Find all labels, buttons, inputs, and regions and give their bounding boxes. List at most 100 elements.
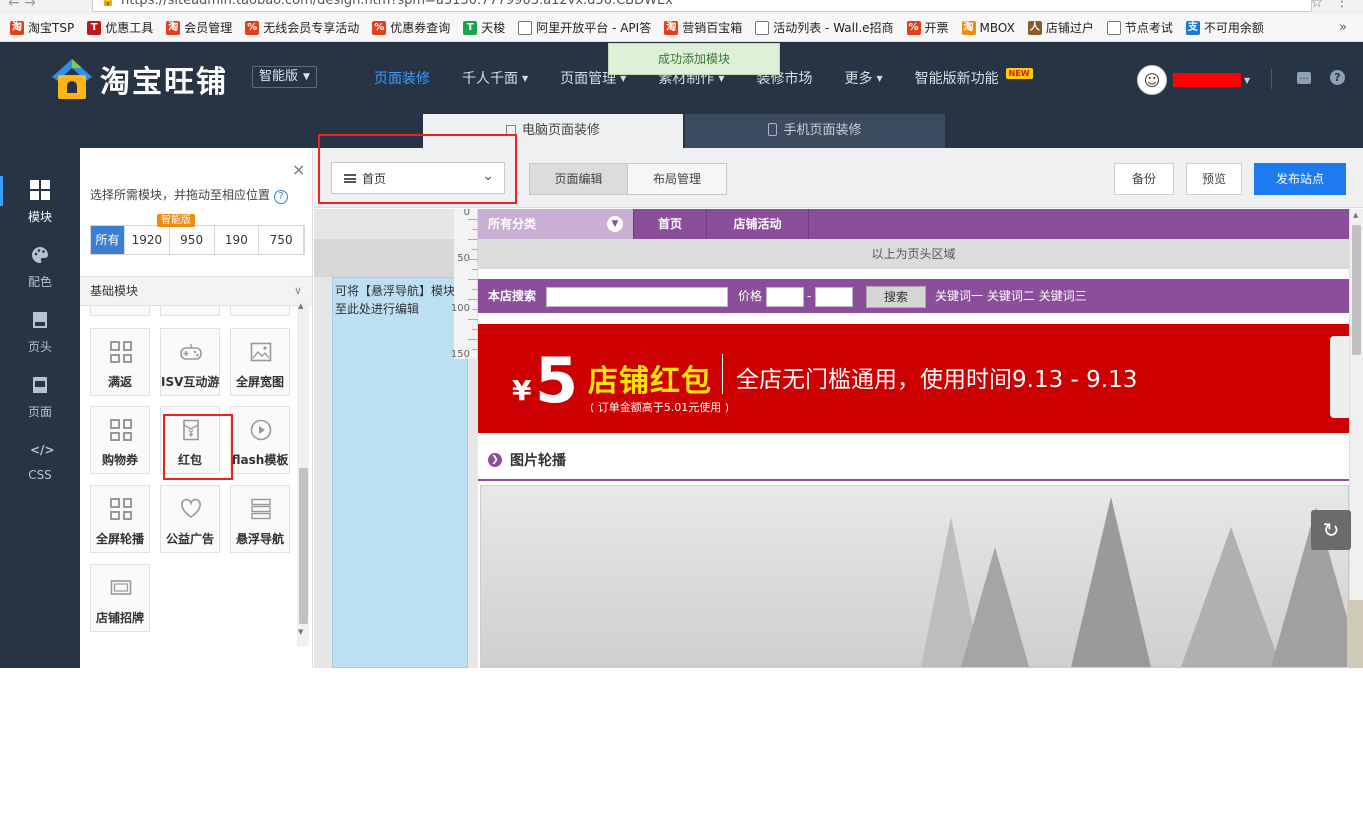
palette-icon	[32, 247, 48, 263]
sidebar-item-header[interactable]: 页头	[0, 288, 80, 354]
search-input[interactable]	[546, 287, 728, 307]
scroll-up-icon[interactable]: ▲	[1353, 211, 1358, 219]
logo[interactable]: 淘宝旺铺	[52, 57, 228, 101]
sidebar-item-css[interactable]: </> CSS	[0, 418, 80, 483]
coupon-icon: %	[906, 20, 921, 35]
module-shop-signboard[interactable]: 店铺招牌	[90, 564, 150, 632]
module-man-fan[interactable]: 满返	[90, 328, 150, 396]
caret-down-icon: ▼	[303, 72, 310, 82]
corner-thumbnail	[1347, 600, 1363, 668]
user-menu[interactable]: ☺ ▼	[1137, 65, 1250, 95]
bookmark-item[interactable]: 活动列表 - Wall.e招商	[755, 19, 894, 36]
edition-dropdown[interactable]: 智能版 ▼	[252, 66, 317, 88]
module-tile-partial	[90, 306, 150, 316]
module-fullscreen-carousel[interactable]: 全屏轮播	[90, 485, 150, 553]
price-min-input[interactable]	[766, 287, 804, 307]
module-red-envelope[interactable]: 红包	[160, 406, 220, 474]
canvas-scroll-thumb[interactable]	[1352, 225, 1361, 355]
tab-mobile-decoration[interactable]: 手机页面装修	[685, 114, 945, 148]
filter-all[interactable]: 所有	[91, 226, 125, 254]
ruler-label: 100	[450, 303, 470, 314]
ruler-label: 50	[457, 253, 470, 264]
bookmark-item[interactable]: T 优惠工具	[87, 19, 153, 36]
store-nav-home[interactable]: 首页	[633, 209, 707, 239]
module-float-nav[interactable]: 悬浮导航	[230, 485, 290, 553]
tab-pc-decoration[interactable]: 电脑页面装修	[423, 114, 683, 148]
carousel-image[interactable]	[480, 485, 1349, 668]
banner-description: 全店无门槛通用，使用时间9.13 - 9.13	[736, 367, 1138, 393]
module-isv-game[interactable]: ISV互动游	[160, 328, 220, 396]
module-public-ad[interactable]: 公益广告	[160, 485, 220, 553]
store-nav-activity[interactable]: 店铺活动	[707, 209, 809, 239]
module-tile-partial	[230, 306, 290, 316]
tab-layout-manage[interactable]: 布局管理	[628, 164, 726, 194]
snow-tree-shape	[1181, 527, 1281, 667]
search-keywords[interactable]: 关键词一 关键词二 关键词三	[935, 279, 1087, 313]
bookmark-item[interactable]: 节点考试	[1106, 19, 1173, 36]
bookmark-item[interactable]: 支不可用余额	[1185, 19, 1264, 36]
all-categories-menu[interactable]: 所有分类 ▼	[478, 209, 633, 239]
section-basic-modules[interactable]: 基础模块 ∨	[80, 276, 312, 306]
red-envelope-banner[interactable]: ¥ 5 店铺红包 ( 订单金额高于5.01元使用 ) 全店无门槛通用，使用时间9…	[478, 324, 1349, 433]
search-button[interactable]: 搜索	[866, 286, 926, 308]
filter-1920[interactable]: 1920	[125, 226, 170, 254]
preview-button[interactable]: 预览	[1186, 163, 1242, 195]
filter-950[interactable]: 950	[170, 226, 215, 254]
bookmark-item[interactable]: 淘营销百宝箱	[664, 19, 742, 36]
help-icon[interactable]: ?	[1330, 70, 1345, 85]
carousel-module-header[interactable]: ❯ 图片轮播	[478, 441, 1349, 481]
bookmark-item[interactable]: T 天梭	[463, 19, 505, 36]
module-fullscreen-image[interactable]: 全屏宽图	[230, 328, 290, 396]
bookmark-item[interactable]: % 优惠券查询	[372, 19, 450, 36]
filter-750[interactable]: 750	[259, 226, 304, 254]
message-icon[interactable]: …	[1297, 72, 1311, 84]
sidebar-item-colors[interactable]: 配色	[0, 223, 80, 289]
brand-name: 淘宝旺铺	[100, 65, 228, 100]
close-icon[interactable]: ×	[292, 160, 305, 179]
bookmark-item[interactable]: 人店铺过户	[1027, 19, 1094, 36]
back-forward-icon[interactable]: ← →	[8, 0, 36, 11]
tab-page-edit[interactable]: 页面编辑	[530, 164, 628, 194]
bookmark-item[interactable]: 淘 MBOX	[961, 20, 1015, 35]
nav-personalization[interactable]: 千人千面 ▼	[462, 68, 528, 88]
float-nav-icon	[251, 498, 271, 520]
module-flash-template[interactable]: flash模板	[230, 406, 290, 474]
scroll-down-icon[interactable]: ▼	[298, 628, 303, 636]
ruler-tick	[468, 279, 478, 280]
bookmark-star-icon[interactable]: ☆	[1310, 0, 1323, 11]
bookmark-item[interactable]: 淘淘宝TSP	[10, 19, 74, 36]
publish-button[interactable]: 发布站点	[1254, 163, 1346, 195]
bookmarks-more-icon[interactable]: »	[1339, 20, 1347, 35]
module-shopping-voucher[interactable]: 购物券	[90, 406, 150, 474]
page-select[interactable]: 首页 ⌄	[331, 162, 505, 194]
banner-title: 店铺红包	[588, 364, 712, 399]
lock-icon: 🔒	[101, 0, 115, 7]
bookmark-item[interactable]: % 无线会员专享活动	[245, 19, 359, 36]
browser-menu-icon[interactable]: ⋮	[1335, 0, 1349, 10]
price-max-input[interactable]	[815, 287, 853, 307]
customer-service-icon[interactable]: ↻	[1311, 510, 1351, 550]
filter-190[interactable]: 190	[215, 226, 260, 254]
header-icon	[33, 312, 47, 328]
backup-button[interactable]: 备份	[1114, 163, 1174, 195]
sidebar-item-page[interactable]: 页面	[0, 353, 80, 419]
bookmark-item[interactable]: % 开票	[906, 19, 949, 36]
address-input[interactable]: 🔒 https://siteadmin.taobao.com/design.ht…	[92, 0, 1312, 12]
banner-side-tab[interactable]	[1330, 336, 1349, 418]
panel-scroll-thumb[interactable]	[299, 468, 308, 624]
taobao-icon: 淘	[166, 20, 181, 35]
grid-module-icon	[110, 498, 132, 520]
panel-tip: 选择所需模块，并拖动至相应位置?	[90, 186, 289, 204]
store-preview: 所有分类 ▼ 首页 店铺活动 以上为页头区域 本店搜索 价格 - 搜索 关键词一 …	[478, 209, 1349, 668]
bookmark-item[interactable]: 淘会员管理	[166, 19, 232, 36]
nav-page-decoration[interactable]: 页面装修	[374, 68, 430, 88]
nav-new-features[interactable]: 智能版新功能 NEW	[915, 68, 1033, 88]
sidebar-item-modules[interactable]: 模块	[0, 158, 80, 224]
scroll-up-icon[interactable]: ▲	[298, 302, 303, 310]
store-search-module[interactable]: 本店搜索 价格 - 搜索 关键词一 关键词二 关键词三	[478, 279, 1349, 313]
help-icon[interactable]: ?	[274, 190, 289, 204]
caret-down-icon: ▼	[1244, 75, 1251, 85]
float-nav-dropzone[interactable]: 可将【悬浮导航】模块至此处进行编辑	[332, 277, 468, 668]
bookmark-item[interactable]: 阿里开放平台 - API答	[518, 19, 651, 36]
nav-more[interactable]: 更多 ▼	[844, 68, 882, 88]
